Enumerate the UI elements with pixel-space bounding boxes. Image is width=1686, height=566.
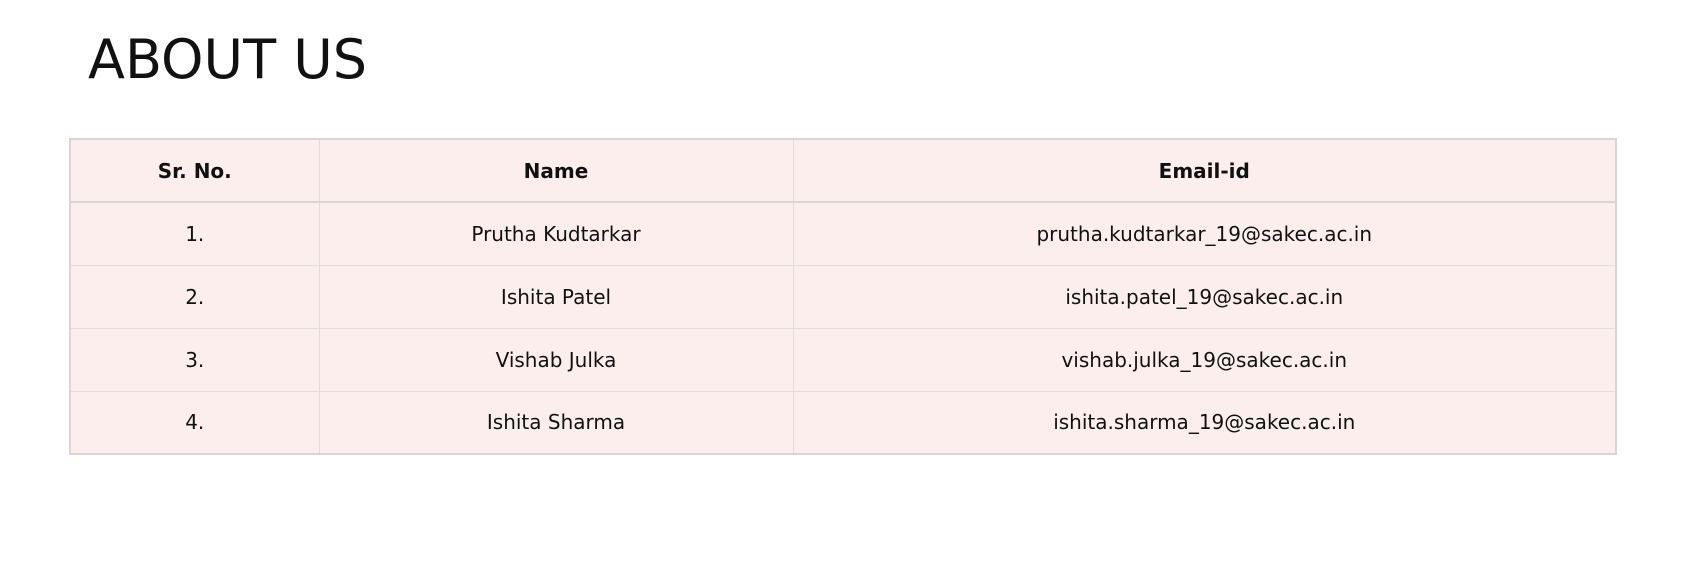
about-us-page: ABOUT US Sr. No. Name Email-id 1. Prutha… bbox=[0, 0, 1686, 566]
table-row: 2. Ishita Patel ishita.patel_19@sakec.ac… bbox=[70, 265, 1616, 329]
table-row: 4. Ishita Sharma ishita.sharma_19@sakec.… bbox=[70, 391, 1616, 454]
column-header-sr-no: Sr. No. bbox=[70, 139, 320, 203]
column-header-name: Name bbox=[319, 139, 794, 203]
cell-sr-no: 2. bbox=[70, 265, 320, 329]
cell-sr-no: 4. bbox=[70, 391, 320, 454]
table-header-row: Sr. No. Name Email-id bbox=[70, 139, 1616, 203]
cell-name: Vishab Julka bbox=[319, 328, 794, 392]
cell-name: Prutha Kudtarkar bbox=[319, 202, 794, 266]
cell-email: ishita.patel_19@sakec.ac.in bbox=[793, 265, 1616, 329]
table-row: 1. Prutha Kudtarkar prutha.kudtarkar_19@… bbox=[70, 202, 1616, 266]
column-header-email: Email-id bbox=[793, 139, 1616, 203]
cell-email: prutha.kudtarkar_19@sakec.ac.in bbox=[793, 202, 1616, 266]
members-table: Sr. No. Name Email-id 1. Prutha Kudtarka… bbox=[69, 138, 1617, 455]
table-row: 3. Vishab Julka vishab.julka_19@sakec.ac… bbox=[70, 328, 1616, 392]
cell-email: vishab.julka_19@sakec.ac.in bbox=[793, 328, 1616, 392]
members-table-container: Sr. No. Name Email-id 1. Prutha Kudtarka… bbox=[69, 138, 1617, 455]
cell-sr-no: 1. bbox=[70, 202, 320, 266]
cell-sr-no: 3. bbox=[70, 328, 320, 392]
cell-name: Ishita Sharma bbox=[319, 391, 794, 454]
cell-email: ishita.sharma_19@sakec.ac.in bbox=[1053, 410, 1356, 435]
cell-name: Ishita Patel bbox=[319, 265, 794, 329]
page-title: ABOUT US bbox=[88, 28, 368, 91]
